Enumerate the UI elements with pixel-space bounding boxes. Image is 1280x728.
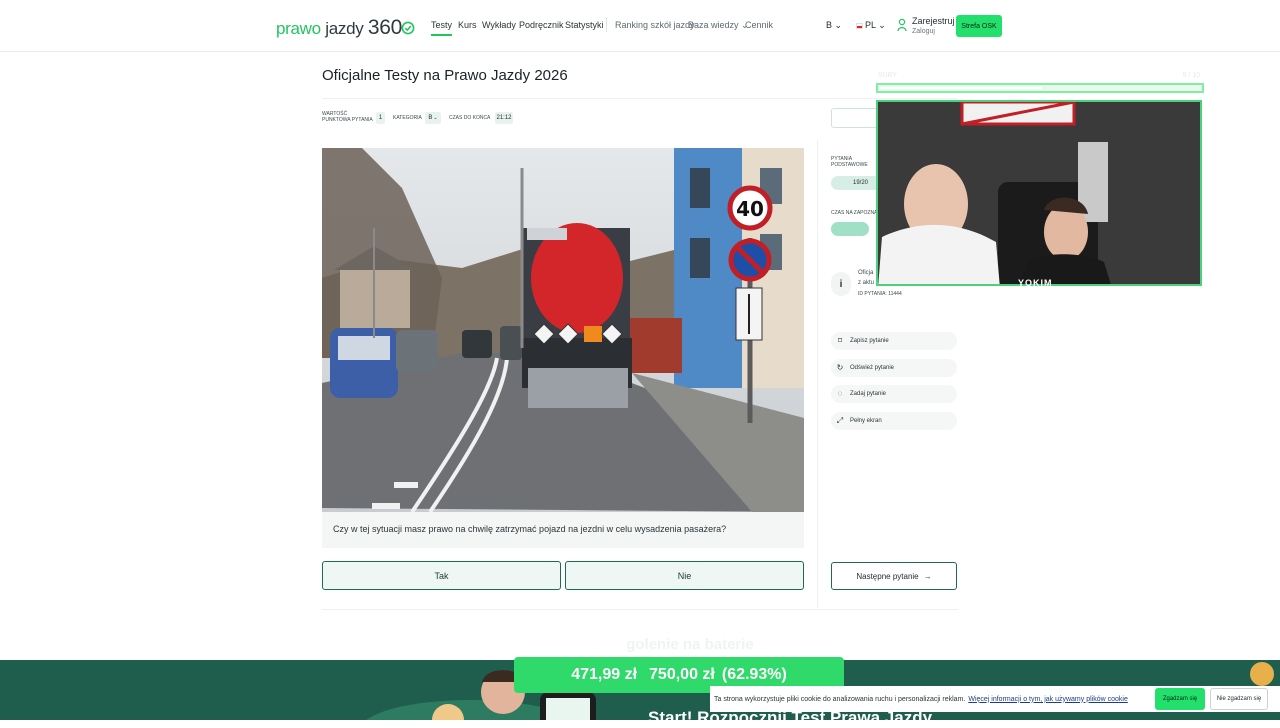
nav-testy[interactable]: Testy [431,20,453,36]
logo-part: jazdy [325,19,364,38]
nav-label: Baza wiedzy [688,20,739,30]
login-link[interactable]: Zaloguj [912,28,935,35]
svg-text:40: 40 [736,197,764,221]
time-to-read-label: CZAS NA ZAPOZNA [831,210,878,216]
divider [322,98,958,99]
chevron-down-icon: ⌄ [834,20,843,30]
action-label: Odśwież pytanie [850,365,895,371]
category-chip-value: B [428,115,433,121]
info-icon: i [831,272,851,296]
webcam-image [878,102,1200,284]
divider [322,609,958,610]
chevron-down-icon: ⌄ [878,20,886,30]
chevron-down-icon: ⌄ [433,115,438,121]
overlay-top-right: 5 / 10 [1182,72,1200,79]
question-text: Czy w tej sytuacji masz prawo na chwilę … [322,512,804,548]
bookmark-icon: ⌑ [837,336,843,345]
streamer-name: YOKIM [1018,278,1053,288]
question-image: 40 [322,148,804,512]
basic-questions-label: PYTANIA PODSTAWOWE [831,156,868,168]
category-chip[interactable]: B ⌄ [425,112,441,124]
save-question-button[interactable]: ⌑ Zapisz pytanie [831,332,957,350]
time-label: CZAS DO KOŃCA [449,115,491,121]
points-label: WARTOŚĆ PUNKTOWA PYTANIA [322,111,373,123]
cookie-info-link[interactable]: Więcej informacji o tym, jak używamy pli… [968,696,1128,703]
time-to-read-progress [831,222,869,236]
nav-divider [606,18,607,32]
nav-podrecznik[interactable]: Podręcznik [519,20,564,30]
price-discount: (62.93%) [721,666,787,683]
top-navbar: prawo jazdy 360 Testy Kurs Wykłady Podrę… [0,0,1280,52]
webcam-overlay [876,100,1202,286]
price-new: 471,99 zł [571,666,638,683]
category-label: KATEGORIA [393,115,422,121]
info-line-2: z aktu [858,280,875,286]
action-label: Zapisz pytanie [850,338,889,344]
next-label: Następne pytanie [856,571,919,581]
fullscreen-button[interactable]: ⤢ Pełny ekran [831,412,957,430]
cookie-reject-button[interactable]: Nie zgadzam się [1210,688,1268,710]
register-link[interactable]: Zarejestruj [912,16,955,26]
user-icon [897,18,907,32]
overlay-top-left: SUBY [878,72,898,79]
time-value: 21:12 [495,112,513,124]
flag-pl-icon [856,22,863,29]
question-id: ID PYTANIA: 11444 [858,291,902,297]
nav-kurs[interactable]: Kurs [458,20,477,30]
arrow-right-icon: → [923,571,932,581]
action-label: Pełny ekran [850,418,882,424]
logo-part: 360 [367,16,403,39]
answer-yes-button[interactable]: Tak [322,561,561,590]
info-line-1: Oficja [858,270,874,276]
check-circle-icon [401,21,415,35]
nav-cennik[interactable]: Cennik [745,20,773,30]
cookie-text: Ta strona wykorzystuje pliki cookie do a… [714,695,966,703]
stream-subtitle: golenie na baterie [626,636,754,653]
category-value: B [826,20,833,30]
price-old: 750,00 zł [649,666,715,683]
refresh-icon: ↻ [836,363,844,372]
overlay-top-text: SUBY 5 / 10 [878,72,1204,82]
next-question-button[interactable]: Następne pytanie → [831,562,957,590]
road-scene-image: 40 [322,148,804,512]
osk-button[interactable]: Strefa OSK [956,15,1002,37]
nav-baza-wiedzy[interactable]: Baza wiedzy ⌄ [688,20,749,31]
divider [817,140,818,608]
language-select[interactable]: PL ⌄ [856,20,886,31]
ask-question-button[interactable]: ◌ Zadaj pytanie [831,385,957,403]
page-title: Oficjalne Testy na Prawo Jazdy 2026 [322,67,568,84]
nav-statystyki[interactable]: Statystyki [565,20,604,30]
nav-ranking[interactable]: Ranking szkół jazdy [615,20,695,30]
overlay-progress-fill [880,87,1042,89]
language-value: PL [865,20,876,30]
nav-wyklady[interactable]: Wykłady [482,20,516,30]
category-select[interactable]: B ⌄ [826,20,842,31]
logo-part: prawo [276,19,321,38]
basic-questions-value: 19/20 [831,176,881,190]
chat-icon: ◌ [837,389,843,398]
answer-no-button[interactable]: Nie [565,561,804,590]
overlay-progress-bar [876,83,1204,93]
cookie-accept-button[interactable]: Zgadzam się [1155,688,1205,710]
points-value: 1 [376,112,385,124]
refresh-question-button[interactable]: ↻ Odśwież pytanie [831,359,957,377]
expand-icon: ⤢ [836,415,844,425]
logo[interactable]: prawo jazdy 360 [276,16,415,40]
action-label: Zadaj pytanie [850,391,887,397]
